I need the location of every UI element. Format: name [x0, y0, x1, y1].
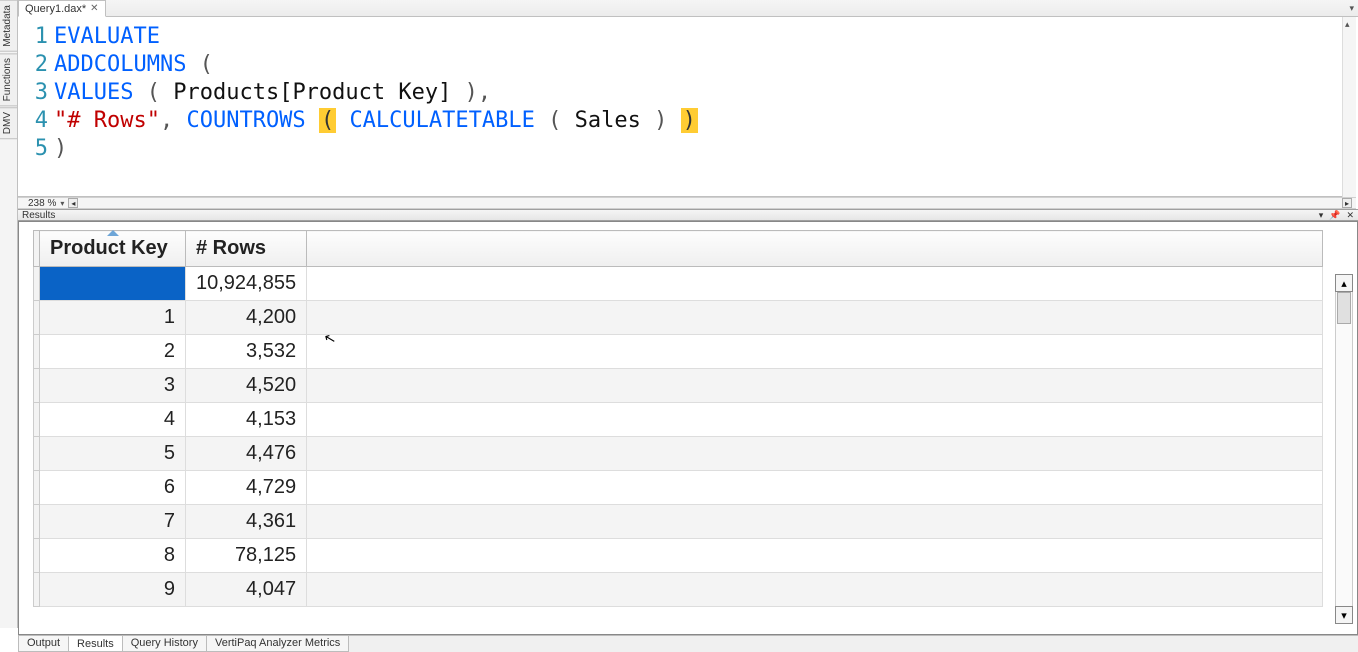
code-text[interactable]: "# Rows", COUNTROWS ( CALCULATETABLE ( S…: [54, 107, 698, 135]
code-line[interactable]: 5): [26, 135, 1356, 163]
hscroll-left-icon[interactable]: ◂: [68, 198, 78, 208]
cell-rows[interactable]: 10,924,855: [186, 267, 307, 301]
tab-overflow-icon[interactable]: ▾: [1349, 0, 1358, 16]
code-text[interactable]: ): [54, 135, 67, 163]
code-text[interactable]: ADDCOLUMNS (: [54, 51, 213, 79]
code-text[interactable]: VALUES ( Products[Product Key] ),: [54, 79, 491, 107]
cell-product-key[interactable]: 2: [40, 335, 186, 369]
bottom-tab-results[interactable]: Results: [68, 636, 123, 652]
cell-empty: [307, 267, 1323, 301]
cell-rows[interactable]: 4,047: [186, 573, 307, 607]
line-number: 5: [26, 135, 54, 163]
line-number: 1: [26, 23, 54, 51]
code-line[interactable]: 4 "# Rows", COUNTROWS ( CALCULATETABLE (…: [26, 107, 1356, 135]
grid-scrollbar[interactable]: ▴ ▾: [1335, 274, 1353, 624]
scroll-thumb[interactable]: [1337, 292, 1351, 324]
cell-rows[interactable]: 4,520: [186, 369, 307, 403]
panel-dropdown-icon[interactable]: ▾: [1317, 210, 1326, 221]
rail-tab-metadata[interactable]: Metadata: [0, 0, 17, 52]
document-tab-title: Query1.dax*: [25, 3, 86, 15]
cell-rows[interactable]: 4,153: [186, 403, 307, 437]
cell-product-key[interactable]: 7: [40, 505, 186, 539]
document-tab[interactable]: Query1.dax* ✕: [18, 0, 106, 17]
cell-empty: [307, 471, 1323, 505]
code-line[interactable]: 3 VALUES ( Products[Product Key] ),: [26, 79, 1356, 107]
bottom-tab-output[interactable]: Output: [18, 636, 69, 652]
cell-product-key[interactable]: 1: [40, 301, 186, 335]
cell-empty: [307, 505, 1323, 539]
line-number: 3: [26, 79, 54, 107]
panel-close-icon[interactable]: ✕: [1344, 210, 1356, 221]
cell-product-key[interactable]: 8: [40, 539, 186, 573]
rail-tab-functions[interactable]: Functions: [0, 53, 17, 106]
results-panel-caption: Results ▾ 📌 ✕: [18, 209, 1358, 221]
cell-empty: [307, 335, 1323, 369]
table-row[interactable]: 878,125: [34, 539, 1323, 573]
editor-scrollbar[interactable]: ▴: [1342, 17, 1356, 197]
table-row[interactable]: 44,153: [34, 403, 1323, 437]
scroll-track[interactable]: [1335, 292, 1353, 606]
cell-rows[interactable]: 4,361: [186, 505, 307, 539]
zoom-level[interactable]: 238 %: [28, 198, 56, 209]
code-editor[interactable]: 1EVALUATE2ADDCOLUMNS (3 VALUES ( Product…: [18, 17, 1356, 197]
cell-empty: [307, 573, 1323, 607]
cell-rows[interactable]: 4,729: [186, 471, 307, 505]
column-header-product-key[interactable]: Product Key: [40, 231, 186, 267]
hscroll-right-icon[interactable]: ▸: [1342, 198, 1352, 208]
bottom-tab-vertipaq-analyzer-metrics[interactable]: VertiPaq Analyzer Metrics: [206, 636, 349, 652]
line-number: 2: [26, 51, 54, 79]
cell-product-key[interactable]: 4: [40, 403, 186, 437]
bottom-tab-query-history[interactable]: Query History: [122, 636, 207, 652]
table-row[interactable]: 74,361: [34, 505, 1323, 539]
code-line[interactable]: 1EVALUATE: [26, 23, 1356, 51]
table-row[interactable]: 34,520: [34, 369, 1323, 403]
column-header-rows[interactable]: # Rows: [186, 231, 307, 267]
results-panel-title: Results: [22, 210, 55, 221]
close-icon[interactable]: ✕: [90, 3, 98, 14]
left-rail: Metadata Functions DMV: [0, 0, 18, 628]
line-number: 4: [26, 107, 54, 135]
table-row[interactable]: 23,532: [34, 335, 1323, 369]
cell-rows[interactable]: 4,200: [186, 301, 307, 335]
table-row[interactable]: 10,924,855: [34, 267, 1323, 301]
cell-empty: [307, 403, 1323, 437]
cell-product-key[interactable]: 6: [40, 471, 186, 505]
cell-rows[interactable]: 78,125: [186, 539, 307, 573]
table-row[interactable]: 14,200: [34, 301, 1323, 335]
editor-status-bar: 238 % ▾ ◂ ▸: [18, 197, 1356, 209]
code-line[interactable]: 2ADDCOLUMNS (: [26, 51, 1356, 79]
zoom-dropdown-icon[interactable]: ▾: [60, 199, 64, 208]
cell-rows[interactable]: 3,532: [186, 335, 307, 369]
scroll-up-icon[interactable]: ▴: [1345, 19, 1350, 30]
cell-empty: [307, 301, 1323, 335]
cell-product-key[interactable]: 5: [40, 437, 186, 471]
code-text[interactable]: EVALUATE: [54, 23, 160, 51]
column-header-empty: [307, 231, 1323, 267]
cell-empty: [307, 369, 1323, 403]
panel-pin-icon[interactable]: 📌: [1327, 210, 1342, 221]
results-grid-pane: Product Key # Rows 10,924,85514,20023,53…: [18, 221, 1358, 635]
bottom-tab-strip: OutputResultsQuery HistoryVertiPaq Analy…: [18, 635, 1358, 652]
cell-product-key[interactable]: [40, 267, 186, 301]
cell-product-key[interactable]: 9: [40, 573, 186, 607]
cell-rows[interactable]: 4,476: [186, 437, 307, 471]
results-grid[interactable]: Product Key # Rows 10,924,85514,20023,53…: [33, 230, 1323, 607]
cell-product-key[interactable]: 3: [40, 369, 186, 403]
scroll-up-icon[interactable]: ▴: [1335, 274, 1353, 292]
table-row[interactable]: 94,047: [34, 573, 1323, 607]
document-tab-strip: Query1.dax* ✕ ▾: [18, 0, 1358, 17]
cell-empty: [307, 437, 1323, 471]
cell-empty: [307, 539, 1323, 573]
table-row[interactable]: 54,476: [34, 437, 1323, 471]
rail-tab-dmv[interactable]: DMV: [0, 107, 17, 139]
scroll-down-icon[interactable]: ▾: [1335, 606, 1353, 624]
table-row[interactable]: 64,729: [34, 471, 1323, 505]
